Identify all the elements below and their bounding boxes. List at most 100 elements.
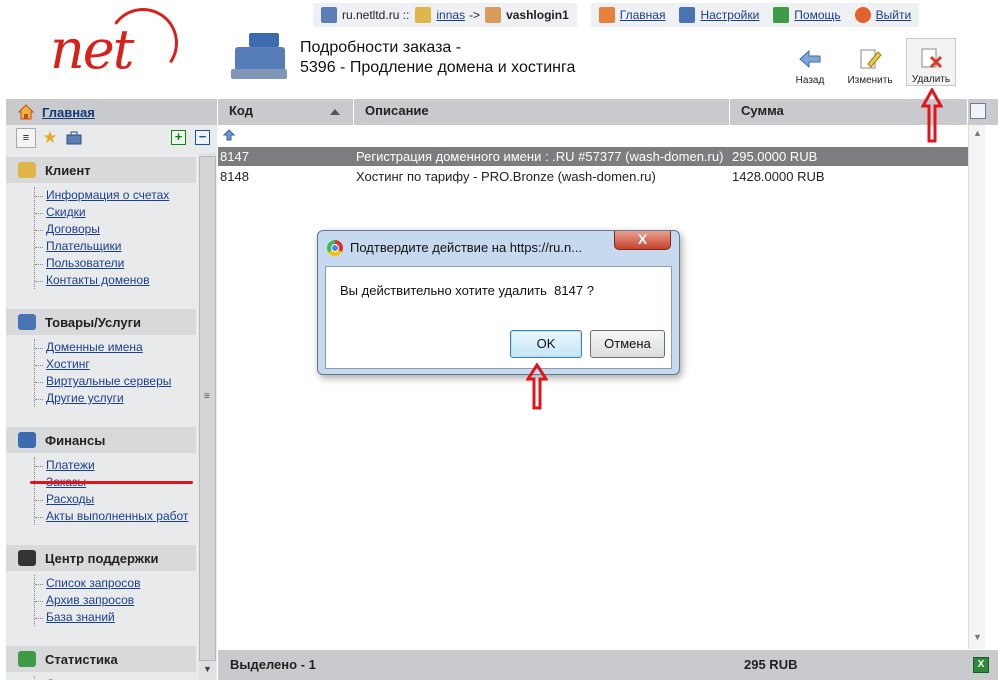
delete-button[interactable]: Удалить — [906, 38, 956, 86]
sidebar-section-header[interactable]: Статистика — [6, 646, 196, 672]
sidebar-home[interactable]: Главная — [6, 99, 217, 125]
sidebar-link[interactable]: Контакты доменов — [46, 273, 149, 287]
sidebar-item: Виртуальные серверы — [35, 373, 196, 390]
sidebar-item-list: Список отчетов — [34, 676, 196, 680]
toolbar-actions: Назад Изменить Удалить — [780, 38, 956, 86]
sidebar-item: База знаний — [35, 609, 196, 626]
sidebar-item: Информация о счетах — [35, 187, 196, 204]
page-title: Подробности заказа - 5396 - Продление до… — [300, 39, 576, 76]
top-link-settings[interactable]: Настройки — [679, 7, 773, 23]
sidebar-link[interactable]: Доменные имена — [46, 340, 143, 354]
top-link-home[interactable]: Главная — [598, 7, 680, 23]
dialog-titlebar[interactable]: Подтвердите действие на https://ru.n... … — [318, 231, 679, 261]
sidebar-link[interactable]: Плательщики — [46, 239, 121, 253]
sidebar-item: Список запросов — [35, 575, 196, 592]
sidebar-scrollbar[interactable]: ≡ ▼ — [199, 153, 216, 680]
sidebar-item: Плательщики — [35, 238, 196, 255]
sidebar-link[interactable]: Архив запросов — [46, 593, 134, 607]
cancel-button[interactable]: Отмена — [590, 330, 665, 358]
sidebar-link[interactable]: Скидки — [46, 205, 86, 219]
cash-register-icon — [231, 33, 287, 81]
home-icon — [598, 7, 615, 23]
sidebar-section-header[interactable]: Товары/Услуги — [6, 309, 196, 335]
tree-view-icon[interactable]: ≡ — [16, 128, 36, 148]
sidebar-section-header[interactable]: Финансы — [6, 427, 196, 453]
sidebar-home-label[interactable]: Главная — [42, 105, 95, 120]
cell-code: 8147 — [220, 149, 249, 164]
top-bar: ru.netltd.ru :: innas -> vashlogin1 Глав… — [313, 3, 933, 27]
sidebar-link[interactable]: Информация о счетах — [46, 188, 169, 202]
sidebar-nav: Клиент Информация о счетах Скидки Договоры П… — [6, 153, 196, 680]
scroll-down-icon[interactable]: ▼ — [973, 632, 982, 642]
expand-all-icon[interactable]: + — [171, 130, 186, 145]
cell-description: Хостинг по тарифу - PRO.Bronze (wash-dom… — [356, 169, 656, 184]
briefcase-icon[interactable] — [64, 128, 84, 148]
top-link-logout[interactable]: Выйти — [854, 7, 920, 23]
favorites-star-icon[interactable]: ★ — [40, 128, 60, 148]
sidebar-link[interactable]: Хостинг — [46, 357, 90, 371]
sidebar-item: Пользователи — [35, 255, 196, 272]
dialog-close-button[interactable]: X — [614, 231, 671, 250]
grid-footer: Выделено - 1 295 RUB X — [218, 650, 998, 680]
sidebar-link[interactable]: Пользователи — [46, 256, 124, 270]
sidebar-link[interactable]: Список запросов — [46, 576, 140, 590]
annotation-underline — [30, 481, 193, 484]
top-links: Главная Настройки Помощь Выйти — [590, 3, 920, 27]
logo-text: net — [50, 18, 134, 81]
power-icon — [854, 7, 871, 23]
excel-export-icon[interactable]: X — [973, 657, 989, 673]
sidebar-scroll-thumb[interactable] — [199, 156, 216, 661]
sidebar-section-title: Центр поддержки — [45, 550, 159, 566]
sidebar-item-list: Информация о счетах Скидки Договоры Платель… — [34, 187, 196, 289]
sidebar-link[interactable]: База знаний — [46, 610, 115, 624]
scroll-up-icon[interactable]: ▲ — [973, 128, 982, 138]
scroll-down-icon[interactable]: ▼ — [203, 664, 212, 674]
sidebar-section: Центр поддержки Список запросов Архив запр… — [6, 545, 196, 626]
column-header-description[interactable]: Описание — [354, 99, 730, 125]
collapse-all-icon[interactable]: − — [195, 130, 210, 145]
column-settings-icon[interactable] — [970, 103, 986, 119]
cell-sum: 1428.0000 RUB — [732, 169, 825, 184]
back-button[interactable]: Назад — [780, 38, 840, 86]
sidebar-section-header[interactable]: Клиент — [6, 157, 196, 183]
server-icon — [321, 7, 337, 23]
sidebar-link[interactable]: Другие услуги — [46, 391, 124, 405]
annotation-arrow-delete — [921, 88, 943, 143]
sidebar-item: Другие услуги — [35, 390, 196, 407]
chrome-icon — [327, 240, 343, 256]
cell-code: 8148 — [220, 169, 249, 184]
sidebar-item-list: Доменные имена Хостинг Виртуальные серверы… — [34, 339, 196, 407]
sidebar-section-header[interactable]: Центр поддержки — [6, 545, 196, 571]
sidebar: Главная ≡ ★ + − Клиент Информация о счета… — [6, 99, 217, 680]
sidebar-link[interactable]: Список отчетов — [46, 677, 132, 680]
ok-button[interactable]: OK — [510, 330, 582, 358]
table-row[interactable]: 8147 Регистрация доменного имени : .RU #… — [218, 147, 968, 166]
annotation-arrow-ok — [526, 363, 548, 410]
sidebar-section-title: Товары/Услуги — [45, 314, 141, 330]
sidebar-section: Финансы ПлатежиЗаказыРасходыАкты выполнен… — [6, 427, 196, 525]
sidebar-link[interactable]: Платежи — [46, 458, 95, 472]
edit-button[interactable]: Изменить — [840, 38, 900, 86]
app-header: net ru.netltd.ru :: innas -> vashlogin1 … — [0, 0, 998, 97]
sidebar-item: Скидки — [35, 204, 196, 221]
sidebar-item: Доменные имена — [35, 339, 196, 356]
user-to-name: vashlogin1 — [506, 8, 569, 22]
user-from-link[interactable]: innas — [436, 8, 465, 22]
net-logo: net — [42, 2, 184, 92]
sidebar-link[interactable]: Договоры — [46, 222, 100, 236]
table-row[interactable]: 8148 Хостинг по тарифу - PRO.Bronze (was… — [218, 167, 968, 186]
sidebar-link[interactable]: Расходы — [46, 492, 94, 506]
selected-sum: 295 RUB — [744, 657, 798, 672]
sidebar-link[interactable]: Виртуальные серверы — [46, 374, 171, 388]
edit-icon — [860, 49, 882, 69]
session-info: ru.netltd.ru :: innas -> vashlogin1 — [313, 3, 577, 27]
grid-scrollbar[interactable]: ▲ ▼ — [968, 125, 985, 649]
sidebar-item: Список отчетов — [35, 676, 196, 680]
level-up-icon[interactable] — [222, 128, 236, 142]
sidebar-link[interactable]: Акты выполненных работ — [46, 509, 188, 523]
sidebar-section-title: Клиент — [45, 162, 91, 178]
user-icon — [485, 7, 502, 23]
sort-asc-icon[interactable] — [330, 109, 340, 115]
back-arrow-icon — [799, 49, 821, 69]
top-link-help[interactable]: Помощь — [773, 7, 854, 23]
